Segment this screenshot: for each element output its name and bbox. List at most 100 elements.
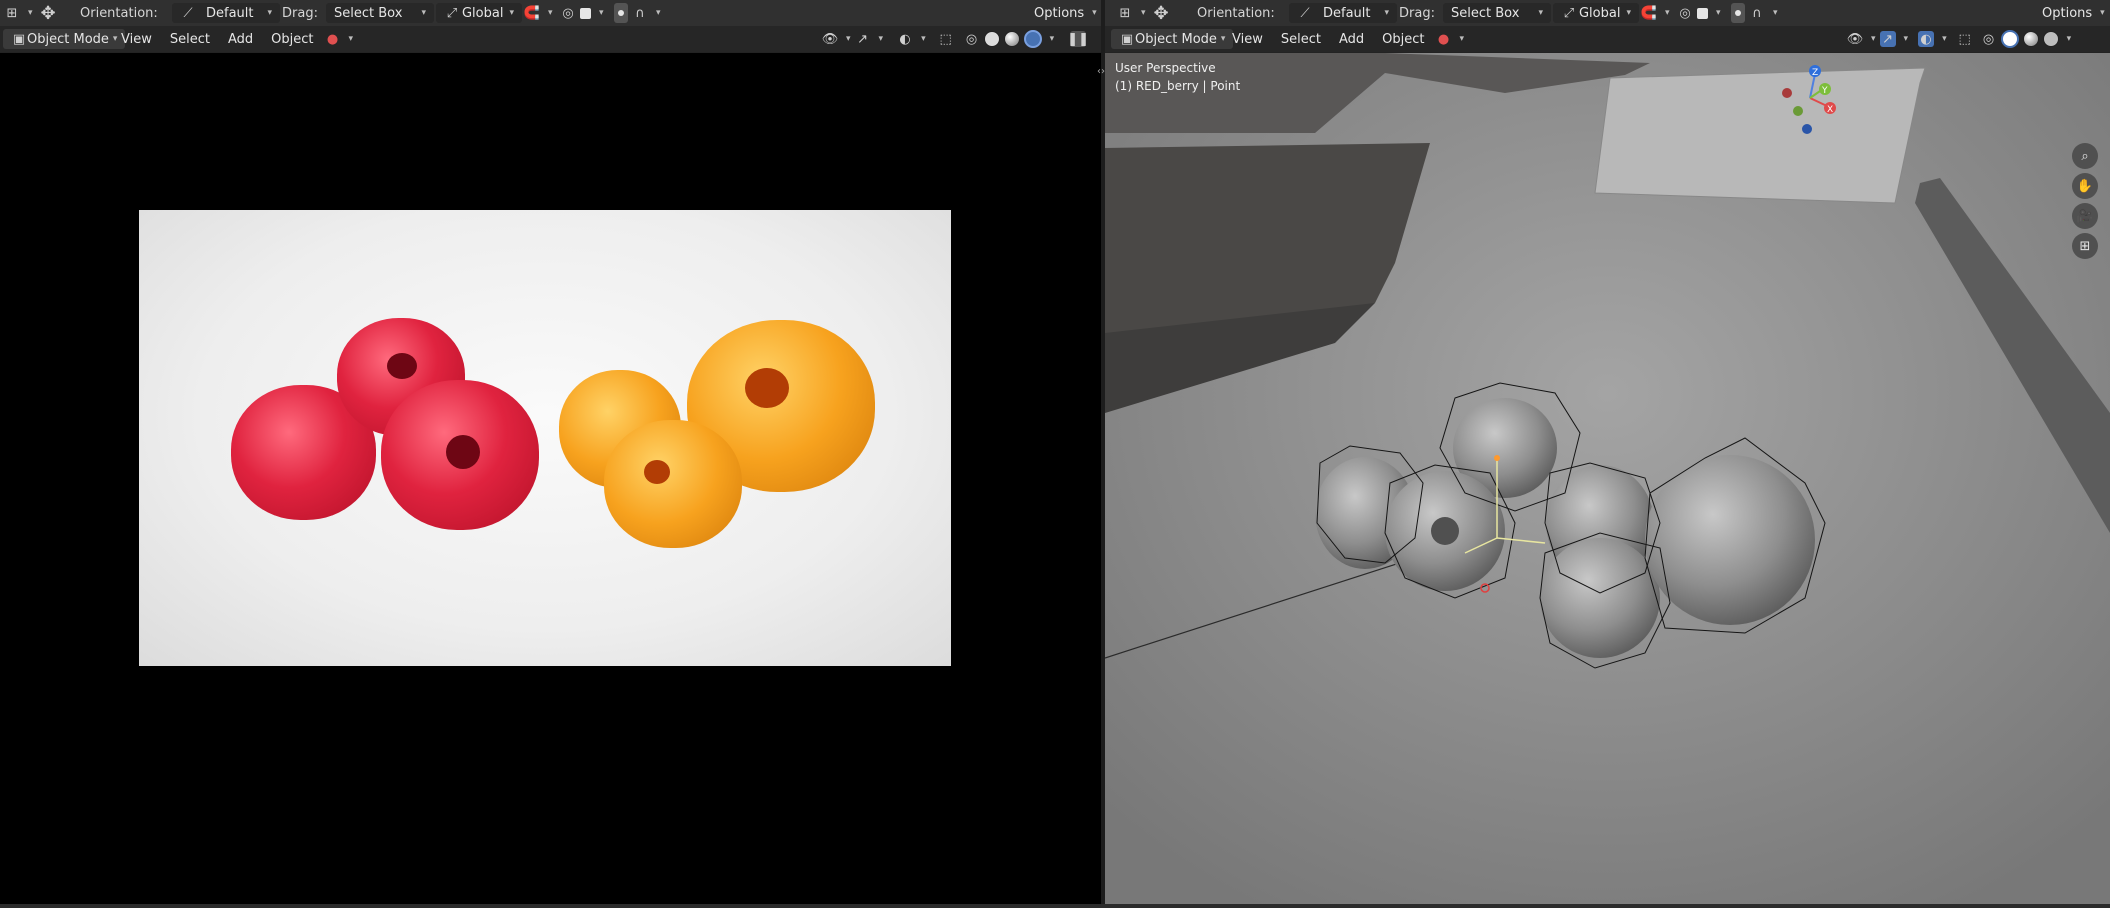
left-3d-viewport-editor: ⊞ ▾ ✥ Orientation: ⟋ Default ▾ Drag: Selec… [0,0,1101,904]
scene-geometry: Z X Y [1105,53,2110,904]
snap-target-icon [1697,7,1708,19]
editor-type-icon: ⊞ [1119,5,1131,21]
orientation-label: Orientation: [80,5,158,21]
gizmo-icon[interactable]: ↗ [1879,31,1896,47]
options-dropdown[interactable]: Options ▾ [2042,3,2105,23]
berry-mesh [1540,538,1660,658]
proportional-dot-icon [618,10,624,16]
editor-type-icon: ⊞ [6,5,18,21]
editor-type-selector[interactable]: ⊞ ▾ [4,3,33,23]
proportional-edit-toggle[interactable]: ∩ ▾ [614,3,661,23]
orientation-dropdown[interactable]: ⟋ Default ▾ [1289,3,1397,23]
xray-icon[interactable]: ⬚ [1957,31,1973,47]
drag-label: Drag: [1399,5,1435,21]
orientation-dropdown[interactable]: ⟋ Default ▾ [172,3,280,23]
shading-material-icon[interactable] [1003,31,1020,47]
overlay-icon[interactable]: ◐ [897,31,913,47]
editor-type-selector[interactable]: ⊞ ▾ [1117,3,1146,23]
menu-add[interactable]: Add [221,29,260,49]
snap-icon: 🧲 [1640,5,1658,21]
visibility-icon[interactable]: 👁 [1847,31,1864,47]
red-raspberry [381,380,539,530]
hand-icon[interactable]: ✋ [2072,173,2098,199]
drag-dropdown[interactable]: Select Box ▾ [1443,3,1551,23]
drag-dropdown[interactable]: Select Box ▾ [326,3,434,23]
menu-object[interactable]: Object [264,29,320,49]
proportional-dot-icon [1735,10,1741,16]
area-collapse-icon[interactable]: ‹› [1097,66,1105,77]
zoom-icon[interactable]: ⌕ [2072,143,2098,169]
orientation-icon: ⟋ [183,5,193,21]
transform-orientation-dropdown[interactable]: ⤢ Global ▾ [1553,3,1639,23]
move-tool-button[interactable]: ✥ [1153,2,1169,24]
drag-label: Drag: [282,5,318,21]
viewport-info-overlay: User Perspective (1) RED_berry | Point [1115,59,1240,95]
proportional-edit-icon: ◎ [562,5,574,21]
mode-dropdown[interactable]: ▣ Object Mode ▾ [3,29,126,49]
gizmo-neg-x[interactable] [1782,88,1792,98]
shading-wireframe-icon[interactable]: ◎ [964,31,980,47]
options-dropdown[interactable]: Options ▾ [1034,3,1097,23]
snap-target-icon [580,7,591,19]
snap-target-dropdown[interactable]: ◎ ▾ [560,3,603,23]
solid-viewport[interactable]: Z X Y User Perspective (1) RED_berry | P… [1105,53,2110,904]
viewport-header: ▣ Object Mode ▾ View Select Add Object ● ▾… [0,26,1101,53]
svg-text:Y: Y [1821,86,1828,96]
move-tool-button[interactable]: ✥ [40,2,56,24]
xray-icon[interactable]: ⬚ [938,31,954,47]
grid-icon[interactable]: ⊞ [2072,233,2098,259]
light-plane [1594,67,1926,204]
move-tool-icon: ✥ [1153,2,1169,24]
object-mode-icon: ▣ [1120,31,1134,47]
svg-text:X: X [1827,105,1833,115]
global-axis-icon: ⤢ [1563,5,1575,21]
falloff-curve-icon: ∩ [1752,5,1762,21]
material-slot-icon[interactable]: ● [1435,31,1451,47]
shading-rendered-icon[interactable] [1023,30,1042,48]
menu-add[interactable]: Add [1332,29,1371,49]
status-bar [0,904,2110,908]
orientation-label: Orientation: [1197,5,1275,21]
gizmo-neg-z[interactable] [1802,124,1812,134]
snap-toggle[interactable]: 🧲 ▾ [1641,3,1670,23]
right-3d-viewport-editor: ⊞ ▾ ✥ Orientation: ⟋ Default ▾ Drag: Selec… [1105,0,2110,904]
object-mode-icon: ▣ [12,31,26,47]
menu-select[interactable]: Select [1274,29,1328,49]
snap-target-dropdown[interactable]: ◎ ▾ [1677,3,1720,23]
shading-rendered-icon[interactable] [2042,31,2059,47]
overlay-icon[interactable]: ◐ [1918,31,1935,47]
svg-text:Z: Z [1812,68,1818,78]
global-axis-icon: ⤢ [446,5,458,21]
shading-material-icon[interactable] [2022,31,2039,47]
tool-settings-header: ⊞ ▾ ✥ Orientation: ⟋ Default ▾ Drag: Selec… [0,0,1101,27]
move-tool-icon: ✥ [40,2,56,24]
menu-view[interactable]: View [1225,29,1270,49]
proportional-edit-icon: ◎ [1679,5,1691,21]
camera-icon[interactable]: 🎥 [2072,203,2098,229]
menu-object[interactable]: Object [1375,29,1431,49]
viewport-header: ▣ Object Mode ▾ View Select Add Object ● ▾… [1105,26,2110,53]
shading-solid-icon[interactable] [2000,30,2019,48]
rendered-viewport[interactable] [0,53,1101,904]
gizmo-icon[interactable]: ↗ [855,31,871,47]
orange-raspberry [604,420,742,548]
mode-dropdown[interactable]: ▣ Object Mode ▾ [1111,29,1234,49]
gizmo-neg-y[interactable] [1793,106,1803,116]
falloff-curve-icon: ∩ [635,5,645,21]
menu-select[interactable]: Select [163,29,217,49]
transform-orientation-dropdown[interactable]: ⤢ Global ▾ [436,3,522,23]
menu-view[interactable]: View [114,29,159,49]
snap-icon: 🧲 [523,5,541,21]
shading-wireframe-icon[interactable]: ◎ [1981,31,1997,47]
origin-point [1494,455,1500,461]
view-perspective-text: User Perspective [1115,61,1216,75]
active-object-text: (1) RED_berry | Point [1115,79,1241,93]
proportional-edit-toggle[interactable]: ∩ ▾ [1731,3,1778,23]
material-slot-icon[interactable]: ● [324,31,340,47]
shading-solid-icon[interactable] [983,31,1000,47]
pause-icon[interactable]: ❚❚ [1067,31,1089,47]
berry-hollow [1431,517,1459,545]
tool-settings-header: ⊞ ▾ ✥ Orientation: ⟋ Default ▾ Drag: Selec… [1105,0,2110,27]
visibility-icon[interactable]: 👁 [822,31,839,47]
snap-toggle[interactable]: 🧲 ▾ [524,3,553,23]
